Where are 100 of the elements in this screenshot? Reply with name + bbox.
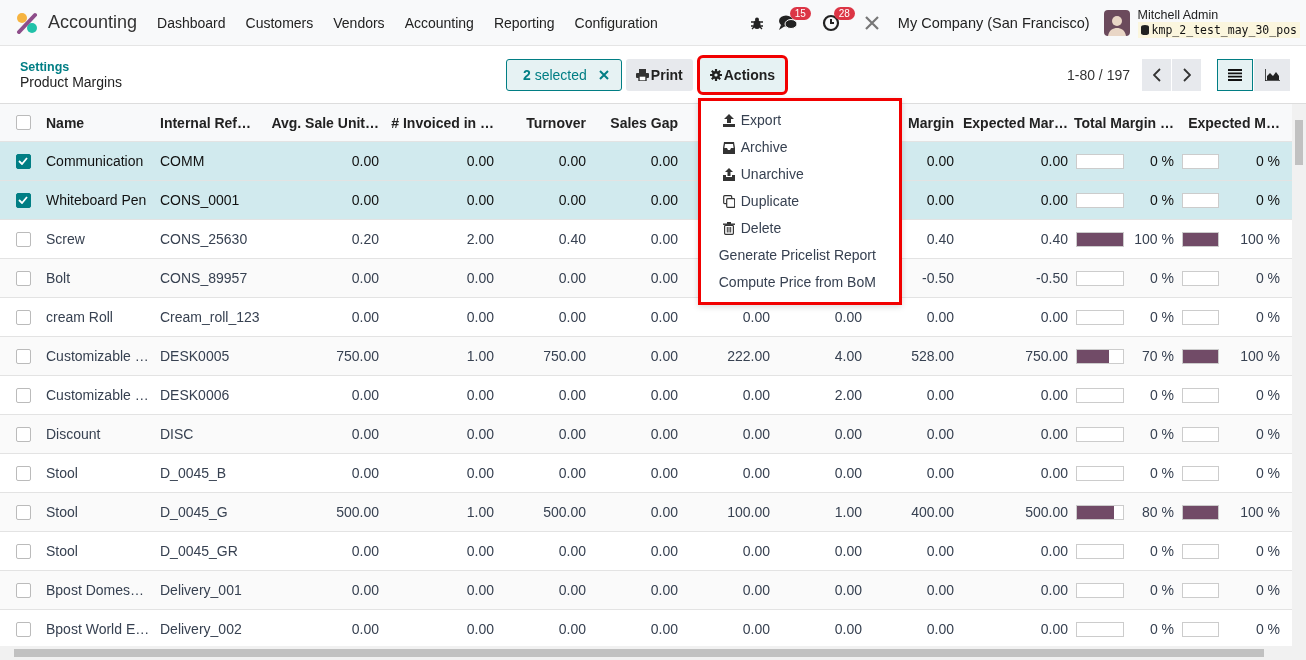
checkbox[interactable] [15, 270, 31, 286]
upload-tray-icon [722, 167, 735, 181]
table-cell: 0.00 [742, 309, 770, 325]
checkbox[interactable] [15, 582, 31, 598]
table-cell: 0.00 [351, 426, 379, 442]
column-header[interactable]: Total Margin … [1074, 114, 1174, 131]
column-header[interactable]: Margin [908, 114, 954, 131]
checkbox[interactable] [15, 387, 31, 403]
percent-value: 0 % [1255, 309, 1280, 325]
menu-item[interactable]: Unarchive [700, 160, 899, 188]
column-header[interactable]: # Invoiced in … [391, 114, 494, 131]
area-chart-icon [1264, 68, 1280, 81]
table-cell: -0.50 [1036, 270, 1068, 286]
vertical-scrollbar[interactable] [1292, 104, 1306, 646]
checkbox[interactable] [15, 621, 31, 637]
table-cell: 2.00 [834, 387, 862, 403]
menu-item[interactable]: Reporting [493, 14, 555, 31]
table-cell: 0.00 [558, 387, 586, 403]
table-cell: 0.00 [926, 387, 954, 403]
column-header[interactable]: Internal Ref… [160, 114, 251, 131]
checkbox[interactable] [15, 465, 31, 481]
horizontal-scrollbar[interactable] [0, 646, 1306, 660]
column-header[interactable]: Sales Gap [610, 114, 678, 131]
next-button[interactable] [1172, 58, 1201, 91]
menu-item[interactable]: Accounting [404, 14, 474, 31]
table-cell: 500.00 [1025, 504, 1068, 520]
table-cell: 0.00 [558, 621, 586, 637]
checkbox[interactable] [15, 153, 31, 169]
checkbox[interactable] [15, 348, 31, 364]
menu-item[interactable]: Delete [700, 214, 899, 242]
menu-item[interactable]: Compute Price from BoM [700, 268, 899, 296]
checkbox[interactable] [15, 543, 31, 559]
table-cell: 0.00 [466, 387, 494, 403]
table-cell: Bpost Domes… [46, 582, 145, 598]
checkbox[interactable] [15, 231, 31, 247]
checkbox[interactable] [15, 192, 31, 208]
count-badge: 28 [833, 6, 855, 20]
menu-item[interactable]: Dashboard [157, 14, 226, 31]
table-cell: 0.00 [558, 270, 586, 286]
checkbox[interactable] [15, 115, 31, 130]
menu-item[interactable]: Export [700, 106, 899, 134]
user-name[interactable]: Mitchell Admin [1137, 7, 1300, 22]
table-cell: 100.00 [727, 504, 770, 520]
table-cell: 0.00 [1040, 426, 1068, 442]
close-icon[interactable] [598, 69, 609, 80]
count-badge: 15 [789, 6, 811, 20]
app-name[interactable]: Accounting [48, 12, 138, 33]
table-cell: Stool [46, 543, 78, 559]
pager-value: 1-80 / 197 [1066, 66, 1130, 83]
chevron-left-icon [1152, 67, 1161, 82]
clock-icon[interactable] [821, 13, 840, 32]
app-logo-icon[interactable] [16, 11, 38, 34]
table-cell: 0.00 [466, 582, 494, 598]
menu-item[interactable]: Archive [700, 133, 899, 161]
column-header[interactable]: Avg. Sale Unit… [271, 114, 379, 131]
table-cell: 0.00 [742, 426, 770, 442]
table-cell: 0.00 [742, 387, 770, 403]
table-cell: 0.00 [1040, 543, 1068, 559]
menu-item[interactable]: Duplicate [700, 187, 899, 215]
breadcrumb-link[interactable]: Settings [20, 59, 506, 74]
checkbox[interactable] [15, 309, 31, 325]
view-switch-button[interactable] [1254, 58, 1290, 91]
view-switch-button[interactable] [1217, 58, 1253, 91]
menu-item[interactable]: Configuration [574, 14, 658, 31]
table-cell: 0.00 [650, 270, 678, 286]
table-cell: 0.20 [351, 231, 379, 247]
database-name: kmp_2_test_may_30_pos [1151, 22, 1297, 37]
percent-value: 0 % [1255, 621, 1280, 637]
company-switcher[interactable]: My Company (San Francisco) [897, 14, 1090, 31]
table-cell: 0.00 [742, 465, 770, 481]
print-button[interactable]: Print [625, 58, 693, 91]
table-cell: 0.00 [926, 309, 954, 325]
table-cell: 0.00 [926, 465, 954, 481]
previous-button[interactable] [1142, 58, 1171, 91]
checkbox[interactable] [15, 426, 31, 442]
table-cell: Delivery_002 [160, 621, 242, 637]
checkbox[interactable] [15, 504, 31, 520]
column-header[interactable]: Expected M… [1188, 114, 1280, 131]
table-cell: 0.00 [650, 582, 678, 598]
checkmark-icon [18, 157, 28, 165]
inbox-icon [722, 140, 735, 154]
avatar-icon[interactable] [1103, 9, 1130, 36]
percent-value: 0 % [1255, 543, 1280, 559]
menu-item[interactable]: Generate Pricelist Report [700, 241, 899, 269]
actions-button[interactable]: Actions [699, 57, 786, 92]
table-cell: 0.00 [466, 621, 494, 637]
column-header[interactable]: Expected Mar… [962, 114, 1068, 131]
bug-icon[interactable] [749, 15, 764, 30]
table-cell: 0.00 [1040, 192, 1068, 208]
column-header[interactable]: Turnover [526, 114, 586, 131]
table-cell: 0.00 [466, 153, 494, 169]
menu-item[interactable]: Vendors [333, 14, 385, 31]
table-cell: 0.00 [742, 621, 770, 637]
column-header[interactable]: Name [46, 114, 85, 131]
table-cell: 0.00 [351, 309, 379, 325]
table-cell: 0.00 [351, 387, 379, 403]
gear-icon [709, 68, 722, 81]
menu-item[interactable]: Customers [245, 14, 314, 31]
table-cell: Screw [46, 231, 85, 247]
table-cell: 0.00 [1040, 582, 1068, 598]
